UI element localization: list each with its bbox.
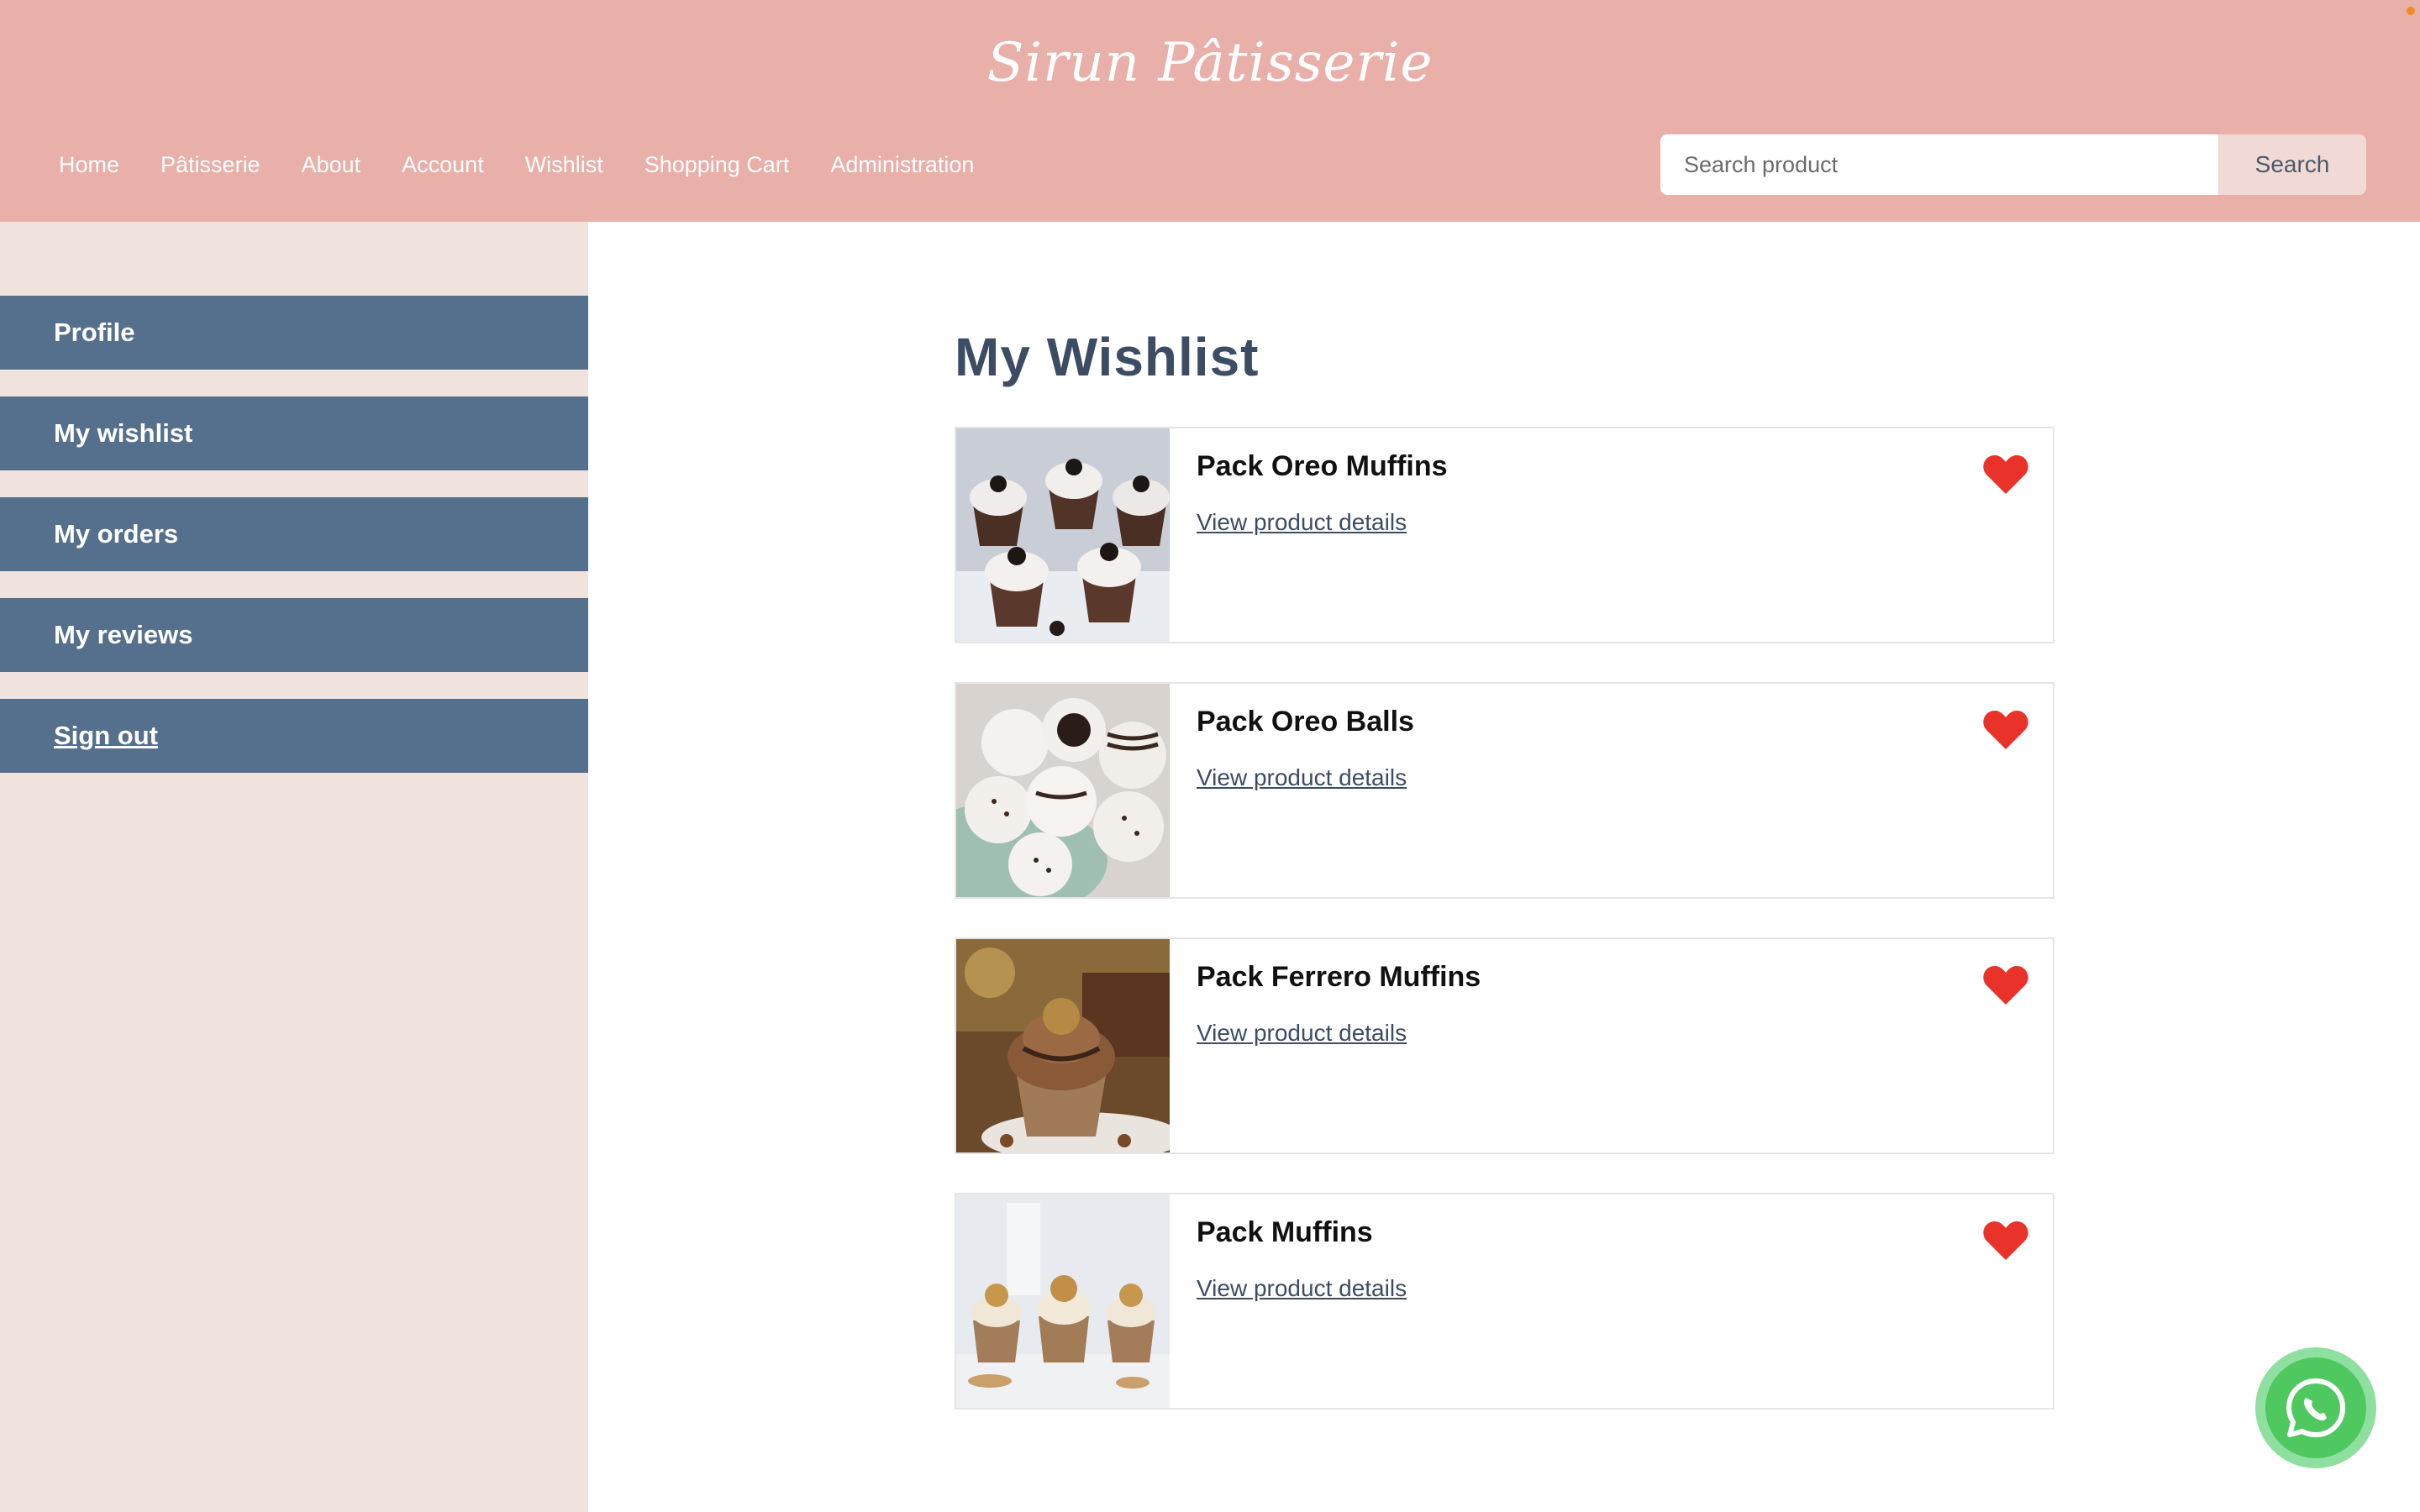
whatsapp-icon	[2286, 1378, 2345, 1437]
wishlist-item: Pack Oreo Balls View product details	[955, 682, 2054, 899]
sidebar-item-label: Sign out	[54, 721, 158, 750]
notification-dot	[2407, 7, 2415, 15]
product-image[interactable]	[956, 428, 1170, 642]
product-image[interactable]	[956, 684, 1170, 897]
brand-logo[interactable]: Sirun Pâtisserie	[0, 32, 2420, 94]
product-name: Pack Muffins	[1197, 1216, 1373, 1248]
sidebar-item-my-reviews[interactable]: My reviews	[0, 598, 588, 672]
nav-wishlist[interactable]: Wishlist	[525, 148, 603, 181]
sidebar-item-label: Profile	[54, 318, 135, 347]
sidebar-item-sign-out[interactable]: Sign out	[0, 699, 588, 773]
view-details-link[interactable]: View product details	[1197, 1275, 1407, 1302]
nav-home[interactable]: Home	[59, 148, 119, 181]
product-name: Pack Oreo Muffins	[1197, 450, 1448, 482]
ferrero-muffins-photo	[956, 939, 1170, 1152]
view-details-link[interactable]: View product details	[1197, 1020, 1407, 1047]
sidebar-item-label: My orders	[54, 519, 179, 549]
product-image[interactable]	[956, 1194, 1170, 1408]
heart-icon[interactable]	[1982, 709, 2029, 751]
nav-patisserie[interactable]: Pâtisserie	[160, 148, 260, 181]
oreo-balls-photo	[956, 684, 1170, 897]
sidebar-item-label: My wishlist	[54, 418, 193, 448]
account-sidebar: Profile My wishlist My orders My reviews…	[0, 222, 588, 1512]
nav-administration[interactable]: Administration	[830, 148, 974, 181]
page-title: My Wishlist	[955, 327, 1260, 387]
main-nav: Home Pâtisserie About Account Wishlist S…	[59, 148, 1015, 181]
site-header: Sirun Pâtisserie Home Pâtisserie About A…	[0, 0, 2420, 222]
wishlist-item: Pack Ferrero Muffins View product detail…	[955, 937, 2054, 1154]
heart-icon[interactable]	[1982, 1220, 2029, 1262]
nav-shopping-cart[interactable]: Shopping Cart	[644, 148, 790, 181]
nav-account[interactable]: Account	[402, 148, 484, 181]
nav-about[interactable]: About	[302, 148, 361, 181]
wishlist-item: Pack Oreo Muffins View product details	[955, 427, 2054, 643]
view-details-link[interactable]: View product details	[1197, 764, 1407, 791]
product-name: Pack Oreo Balls	[1197, 706, 1414, 738]
view-details-link[interactable]: View product details	[1197, 509, 1407, 536]
wishlist-item: Pack Muffins View product details	[955, 1193, 2054, 1410]
muffins-photo	[956, 1194, 1170, 1408]
sidebar-item-my-wishlist[interactable]: My wishlist	[0, 396, 588, 470]
whatsapp-chat-button[interactable]	[2265, 1357, 2366, 1458]
search-button[interactable]: Search	[2218, 134, 2366, 195]
oreo-muffins-photo	[956, 428, 1170, 642]
search-input[interactable]	[1660, 134, 2218, 195]
heart-icon[interactable]	[1982, 454, 2029, 496]
product-image[interactable]	[956, 939, 1170, 1152]
sidebar-item-profile[interactable]: Profile	[0, 296, 588, 370]
sidebar-item-my-orders[interactable]: My orders	[0, 497, 588, 571]
product-name: Pack Ferrero Muffins	[1197, 961, 1481, 993]
heart-icon[interactable]	[1982, 964, 2029, 1006]
sidebar-item-label: My reviews	[54, 620, 193, 649]
